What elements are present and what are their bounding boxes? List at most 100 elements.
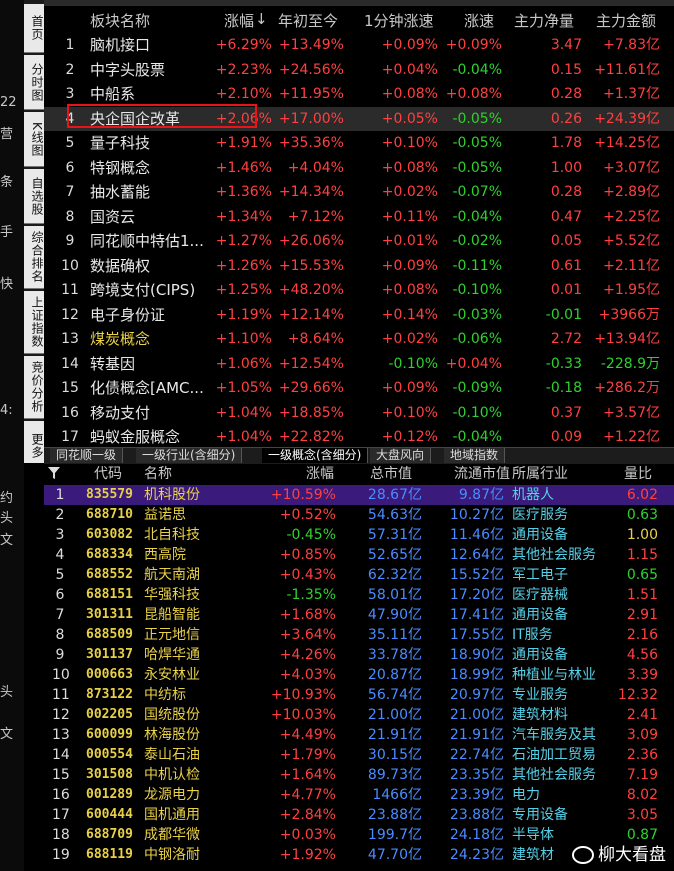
stock-row[interactable]: 13 600099 林海股份 +4.49% 21.91亿 21.91亿 汽车服务及其 3.09 <box>44 725 674 745</box>
nav-tab[interactable]: 分时图 <box>24 55 44 110</box>
nav-tab[interactable]: 竞价分析 <box>24 356 44 419</box>
sector-row[interactable]: 16 移动支付 +1.04% +18.85% +0.10% -0.10% 0.37 +3.57… <box>44 401 674 425</box>
ytd-pct: +48.20% <box>278 282 344 298</box>
industry: 建筑材 <box>512 847 554 863</box>
one-min-speed: +0.10% <box>381 135 438 151</box>
change-pct: +1.34% <box>215 208 272 225</box>
stock-row[interactable]: 5 688552 航天南湖 +0.43% 62.32亿 15.52亿 军工电子 0.65 <box>44 565 674 585</box>
stock-row[interactable]: 1 835579 机科股份 +10.59% 28.67亿 9.87亿 机器人 6.02 <box>44 485 674 505</box>
float-market-cap: 11.46亿 <box>449 527 504 543</box>
stock-row[interactable]: 14 000554 泰山石油 +1.79% 30.15亿 22.74亿 石油加工贸易 2.36 <box>44 745 674 765</box>
stock-row[interactable]: 11 873122 中纺标 +10.93% 56.74亿 20.97亿 专业服务 12.32 <box>44 685 674 705</box>
stock-row[interactable]: 16 001289 龙源电力 +4.77% 1466亿 23.39亿 电力 8.02 <box>44 785 674 805</box>
stock-row[interactable]: 8 688509 正元地信 +3.64% 35.11亿 17.55亿 IT服务 2.16 <box>44 625 674 645</box>
column-header[interactable]: 主力金额 <box>596 10 656 31</box>
column-header[interactable]: 年初至今 <box>278 10 338 31</box>
watermark-text: 柳大看盘 <box>598 845 666 865</box>
change-pct: +1.68% <box>279 607 336 623</box>
stock-row[interactable]: 9 301137 哈焊华通 +4.26% 33.78亿 18.90亿 通用设备 4.56 <box>44 645 674 665</box>
main-amount: +7.83亿 <box>603 37 660 53</box>
volume-ratio: 0.63 <box>626 507 658 523</box>
column-header[interactable]: 板块名称 <box>90 10 150 31</box>
speed: -0.07% <box>452 184 502 200</box>
float-market-cap: 23.39亿 <box>449 787 504 803</box>
sector-row[interactable]: 8 国资云 +1.34% +7.12% +0.11% -0.04% 0.47 +2.25亿 <box>44 205 674 229</box>
row-number: 9 <box>55 647 65 663</box>
sector-row[interactable]: 7 抽水蓄能 +1.36% +14.34% +0.02% -0.07% 0.28 +2.89亿 <box>44 180 674 204</box>
main-amount: +286.2万 <box>594 380 660 396</box>
change-pct: +10.59% <box>270 487 336 503</box>
sector-name: 量子科技 <box>90 134 151 152</box>
stock-row[interactable]: 15 301508 中机认检 +1.64% 89.73亿 23.35亿 其他社会服务 7.19 <box>44 765 674 785</box>
sector-row[interactable]: 2 中字头股票 +2.23% +24.56% +0.04% -0.04% 0.15 +11.6… <box>44 58 674 82</box>
industry: 机器人 <box>512 487 554 503</box>
column-header[interactable]: 涨幅 <box>224 10 254 31</box>
tab-3[interactable]: 一级概念(含细分) <box>262 448 369 463</box>
watermark: 柳大看盘 <box>572 840 666 865</box>
column-header[interactable]: 代码 <box>94 463 122 485</box>
ytd-pct: +26.06% <box>278 233 344 249</box>
sector-row[interactable]: 3 中船系 +2.10% +11.95% +0.08% +0.08% 0.28 +1.37亿 <box>44 82 674 106</box>
sector-name: 国资云 <box>90 207 136 226</box>
tab-bar: 同花顺一级 一级行业(含细分) 一级概念(含细分) 大盘风向 地域指数 <box>44 447 674 464</box>
change-pct: +1.46% <box>215 159 272 176</box>
market-cap: 54.63亿 <box>367 507 422 523</box>
change-pct: +1.64% <box>279 767 336 783</box>
tab-5[interactable]: 地域指数 <box>444 448 506 463</box>
column-header[interactable]: 涨幅 <box>306 463 334 485</box>
tab-4[interactable]: 大盘风向 <box>370 448 432 463</box>
sector-row[interactable]: 10 数据确权 +1.26% +15.53% +0.09% -0.11% 0.61 +2.11… <box>44 254 674 278</box>
sector-row[interactable]: 11 跨境支付(CIPS) +1.25% +48.20% +0.08% -0.10% 0.0… <box>44 278 674 302</box>
stock-row[interactable]: 10 000663 永安林业 +4.03% 20.87亿 18.99亿 种植业与林业 3.39 <box>44 665 674 685</box>
stock-row[interactable]: 6 688151 华强科技 -1.35% 58.01亿 17.20亿 医疗器械 1.51 <box>44 585 674 605</box>
stock-row[interactable]: 12 002205 国统股份 +10.03% 21.00亿 21.00亿 建筑材料 2.41 <box>44 705 674 725</box>
change-pct: +2.10% <box>215 86 272 102</box>
stock-row[interactable]: 2 688710 益诺思 +0.52% 54.63亿 10.27亿 医疗服务 0.63 <box>44 505 674 525</box>
nav-tab[interactable]: 首页 <box>24 4 44 53</box>
sector-row[interactable]: 6 特钢概念 +1.46% +4.04% +0.08% -0.05% 1.00 +3.07亿 <box>44 156 674 180</box>
stock-row[interactable]: 17 600444 国机通用 +2.84% 23.88亿 23.88亿 专用设备 3.05 <box>44 805 674 825</box>
change-pct: +1.92% <box>279 847 336 863</box>
sector-row[interactable]: 9 同花顺中特估1... +1.27% +26.06% +0.01% -0.02% 0.05… <box>44 229 674 253</box>
speed: -0.06% <box>452 331 502 347</box>
sector-row[interactable]: 17 蚂蚁金服概念 +1.04% +22.82% +0.12% -0.04% 0.09 +1.… <box>44 425 674 449</box>
tab-1[interactable]: 同花顺一级 <box>50 448 124 463</box>
column-header[interactable]: 总市值 <box>370 463 412 485</box>
stock-code: 301311 <box>86 607 133 622</box>
sector-row[interactable]: 15 化债概念[AMC... +1.05% +29.66% +0.09% -0.09% -0… <box>44 376 674 400</box>
row-number: 9 <box>65 233 75 249</box>
column-header[interactable]: 流通市值 <box>454 463 510 485</box>
nav-tab[interactable]: 综合排名 <box>24 226 44 289</box>
volume-ratio: 8.02 <box>626 787 658 803</box>
stock-row[interactable]: 3 603082 北自科技 -0.45% 57.31亿 11.46亿 通用设备 1.00 <box>44 525 674 545</box>
stock-code: 600099 <box>86 727 133 742</box>
one-min-speed: +0.09% <box>381 380 438 396</box>
row-number: 15 <box>52 767 70 783</box>
column-header[interactable]: 名称 <box>144 463 172 485</box>
filter-icon[interactable] <box>48 467 60 479</box>
row-number: 5 <box>65 135 75 151</box>
column-header[interactable]: 1分钟涨速 <box>364 10 434 31</box>
nav-tab[interactable]: 自选股 <box>24 169 44 224</box>
stock-row[interactable]: 4 688334 西高院 +0.85% 52.65亿 12.64亿 其他社会服务 1.15 <box>44 545 674 565</box>
change-pct: +0.52% <box>279 507 336 523</box>
market-cap: 1466亿 <box>372 787 422 803</box>
volume-ratio: 3.09 <box>626 727 658 743</box>
stock-name: 龙源电力 <box>144 787 200 803</box>
column-header[interactable]: 所属行业 <box>512 463 568 485</box>
nav-tab[interactable]: K线图 <box>24 112 44 167</box>
sector-row[interactable]: 1 脑机接口 +6.29% +13.49% +0.09% +0.09% 3.47 +7.83亿 <box>44 33 674 57</box>
sector-row[interactable]: 5 量子科技 +1.91% +35.36% +0.10% -0.05% 1.78 +14.25… <box>44 131 674 155</box>
nav-tab[interactable]: 上证指数 <box>24 291 44 354</box>
column-header[interactable]: 主力净量 <box>514 10 574 31</box>
industry: 半导体 <box>512 827 554 843</box>
column-header[interactable]: 涨速 <box>464 10 494 31</box>
stock-row[interactable]: 7 301311 昆船智能 +1.68% 47.90亿 17.41亿 通用设备 2.91 <box>44 605 674 625</box>
volume-ratio: 0.65 <box>626 567 658 583</box>
main-net-volume: 0.61 <box>550 257 582 274</box>
sector-row[interactable]: 13 煤炭概念 +1.10% +8.64% +0.02% -0.06% 2.72 +13.94… <box>44 327 674 351</box>
tab-2[interactable]: 一级行业(含细分) <box>136 448 243 463</box>
sector-row[interactable]: 12 电子身份证 +1.19% +12.14% +0.14% -0.03% -0.01 +39… <box>44 303 674 327</box>
column-header[interactable]: 量比 <box>624 463 652 485</box>
sector-row[interactable]: 14 转基因 +1.06% +12.54% -0.10% +0.04% -0.33 -228.… <box>44 352 674 376</box>
